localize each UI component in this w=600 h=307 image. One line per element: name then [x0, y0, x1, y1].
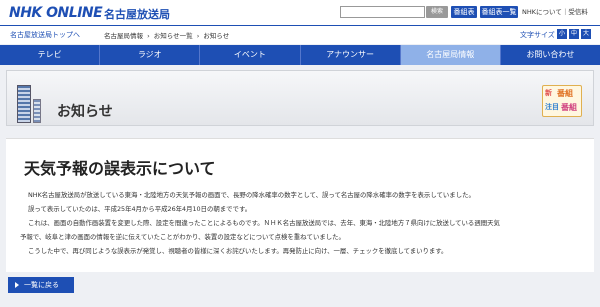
breadcrumb-current: お知らせ	[203, 32, 230, 40]
nav-radio[interactable]: ラジオ	[100, 45, 201, 65]
site-header: NHK ONLINE 名古屋放送局 検索 番組表 番組表一覧 NHKについて｜受…	[0, 0, 600, 26]
breadcrumb-separator: ›	[147, 32, 150, 40]
back-to-list-button[interactable]: 一覧に戻る	[8, 277, 74, 293]
text-size-small-button[interactable]: 小	[557, 29, 567, 39]
building-icon	[17, 85, 31, 123]
article-paragraph: NHK名古屋放送局が放送している東海・北陸地方の天気予報の画面で、長野の降水確率…	[28, 191, 475, 199]
featured-programs-badge[interactable]: 新 番組 注目 番組	[542, 85, 582, 117]
nav-contact[interactable]: お問い合わせ	[501, 45, 600, 65]
breadcrumb-item[interactable]: お知らせ一覧	[154, 32, 193, 40]
building-icon-small	[33, 99, 41, 123]
text-size-large-button[interactable]: 大	[581, 29, 591, 39]
text-size-label: 文字サイズ	[520, 31, 555, 39]
schedule-button[interactable]: 番組表	[451, 6, 477, 18]
back-to-list-label: 一覧に戻る	[24, 281, 59, 289]
nav-events[interactable]: イベント	[200, 45, 301, 65]
badge-text: 新	[545, 89, 552, 97]
breadcrumb-item[interactable]: 名古屋局情報	[104, 32, 143, 40]
station-top-link[interactable]: 名古屋放送局トップへ	[10, 30, 80, 40]
nav-station-info[interactable]: 名古屋局情報	[400, 45, 501, 65]
section-title: お知らせ	[57, 104, 113, 120]
footer-bar: 一覧に戻る	[6, 274, 594, 296]
article-body: 天気予報の誤表示について NHK名古屋放送局が放送している東海・北陸地方の天気予…	[6, 138, 594, 272]
regional-schedule-button[interactable]: 番組表一覧	[480, 6, 518, 18]
breadcrumb-bar: 名古屋放送局トップへ 名古屋局情報 › お知らせ一覧 › お知らせ 文字サイズ …	[0, 26, 600, 44]
article-paragraph: こうした中で、再び同じような誤表示が発覚し、視聴者の皆様に深くお詫びいたします。…	[28, 247, 448, 255]
section-banner: お知らせ 新 番組 注目 番組	[6, 70, 594, 126]
logo-text: NHK ONLINE	[9, 5, 103, 21]
nav-announcers[interactable]: アナウンサー	[301, 45, 401, 65]
arrow-right-icon	[15, 282, 19, 288]
article-paragraph: 誤って表示していたのは、平成25年4月から平成26年4月10日の朝までです。	[28, 205, 252, 213]
article-paragraph: これは、画面の自動作画装置を変更した際、設定を間違ったことによるものです。ＮＨＫ…	[28, 219, 500, 227]
article-paragraph: 予報で、岐阜と津の画面の情報を逆に伝えていたことがわかり、装置の設定などについて…	[20, 233, 345, 241]
nhk-online-logo[interactable]: NHK ONLINE	[9, 5, 103, 21]
text-size-medium-button[interactable]: 中	[569, 29, 579, 39]
breadcrumb: 名古屋局情報 › お知らせ一覧 › お知らせ	[104, 30, 231, 40]
station-name[interactable]: 名古屋放送局	[104, 6, 170, 22]
badge-text: 注目	[545, 103, 559, 111]
article-title: 天気予報の誤表示について	[24, 159, 216, 178]
search-button[interactable]: 検索	[426, 6, 448, 18]
nav-tv[interactable]: テレビ	[0, 45, 101, 65]
search-input[interactable]	[340, 6, 425, 18]
main-navigation: テレビ ラジオ イベント アナウンサー 名古屋局情報 お問い合わせ	[0, 45, 600, 65]
breadcrumb-separator: ›	[196, 32, 200, 40]
badge-text: 番組	[557, 89, 573, 98]
badge-text: 番組	[561, 103, 577, 112]
about-nhk-link[interactable]: NHKについて｜受信料	[522, 6, 588, 18]
